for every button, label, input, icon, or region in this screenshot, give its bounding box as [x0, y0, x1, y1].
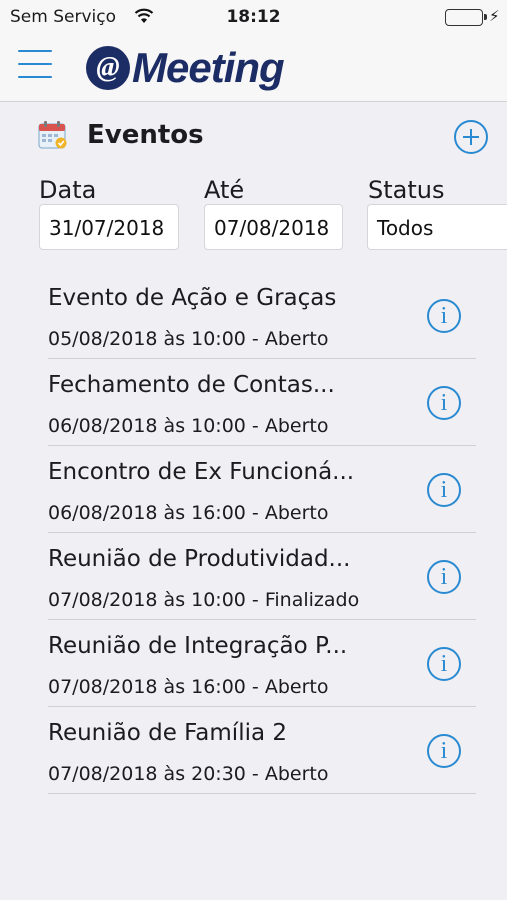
info-icon[interactable]: i	[427, 473, 461, 507]
info-icon[interactable]: i	[427, 734, 461, 768]
ate-filter-label: Até	[204, 176, 245, 204]
status-filter-label: Status	[368, 176, 445, 204]
section-header: Eventos	[0, 110, 507, 162]
event-title: Reunião de Integração P...	[48, 633, 348, 659]
data-filter-label: Data	[39, 176, 97, 204]
event-title: Reunião de Família 2	[48, 720, 288, 746]
event-datetime-status: 05/08/2018 às 10:00 - Aberto	[48, 328, 329, 350]
add-event-button[interactable]	[454, 120, 488, 154]
event-datetime-status: 07/08/2018 às 10:00 - Finalizado	[48, 589, 360, 611]
event-item[interactable]: Encontro de Ex Funcioná... 06/08/2018 às…	[48, 446, 476, 533]
start-date-field[interactable]: 31/07/2018	[39, 204, 179, 250]
info-icon[interactable]: i	[427, 560, 461, 594]
info-icon[interactable]: i	[427, 299, 461, 333]
event-item[interactable]: Reunião de Produtividad... 07/08/2018 às…	[48, 533, 476, 620]
hamburger-menu-icon[interactable]	[18, 50, 52, 84]
event-title: Encontro de Ex Funcioná...	[48, 459, 355, 485]
charging-icon: ⚡	[489, 7, 500, 25]
event-datetime-status: 06/08/2018 às 10:00 - Aberto	[48, 415, 329, 437]
logo-text: Meeting	[132, 44, 285, 91]
event-datetime-status: 07/08/2018 às 20:30 - Aberto	[48, 763, 329, 785]
calendar-icon	[38, 120, 68, 150]
logo-at-symbol: @	[86, 46, 130, 90]
end-date-field[interactable]: 07/08/2018	[204, 204, 343, 250]
app-header: @ Meeting	[0, 34, 507, 102]
event-datetime-status: 06/08/2018 às 16:00 - Aberto	[48, 502, 329, 524]
event-item[interactable]: Reunião de Integração P... 07/08/2018 às…	[48, 620, 476, 707]
event-item[interactable]: Fechamento de Contas... 06/08/2018 às 10…	[48, 359, 476, 446]
clock: 18:12	[226, 7, 281, 27]
info-icon[interactable]: i	[427, 386, 461, 420]
event-item[interactable]: Evento de Ação e Graças 05/08/2018 às 10…	[48, 272, 476, 359]
status-bar: Sem Serviço 18:12 ⚡	[0, 0, 507, 34]
event-title: Reunião de Produtividad...	[48, 546, 351, 572]
battery-icon	[445, 9, 487, 26]
app-logo: @ Meeting	[86, 40, 285, 96]
event-datetime-status: 07/08/2018 às 16:00 - Aberto	[48, 676, 329, 698]
event-title: Evento de Ação e Graças	[48, 285, 337, 311]
event-title: Fechamento de Contas...	[48, 372, 335, 398]
page-title: Eventos	[87, 120, 204, 150]
event-item[interactable]: Reunião de Família 2 07/08/2018 às 20:30…	[48, 707, 476, 794]
event-list: Evento de Ação e Graças 05/08/2018 às 10…	[48, 272, 476, 794]
status-select[interactable]: Todos	[367, 204, 507, 250]
info-icon[interactable]: i	[427, 647, 461, 681]
